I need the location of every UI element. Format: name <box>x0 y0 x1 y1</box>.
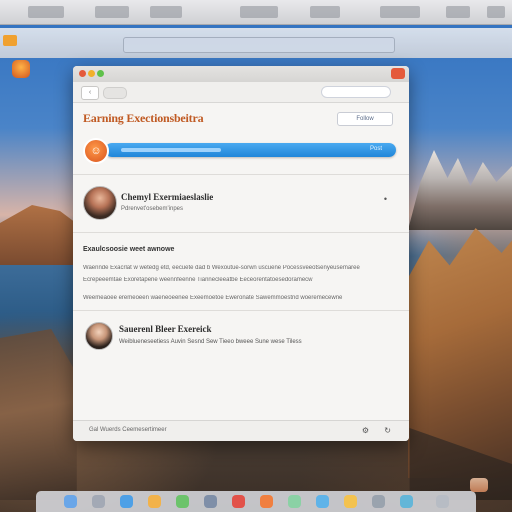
footer-text: Gal Wuerds Ceemesertimeer <box>89 427 167 433</box>
comment-text: Weiblueneseetiess Auvin Sesnd Sew Tieeo … <box>119 339 302 345</box>
menu-bar <box>0 0 512 25</box>
trash-icon[interactable] <box>436 495 449 508</box>
desktop-wallpaper-mountain <box>408 150 512 230</box>
content-line: Waennde Exacrlat w wetedg etd, eecuete d… <box>83 265 360 271</box>
social-app-window: ‹ Earning Exectionsbeitra Follow Post ☺ … <box>73 66 409 441</box>
post-author-name[interactable]: Chemyl Exermiaeslaslie <box>121 192 213 202</box>
search-input[interactable] <box>321 86 391 98</box>
post-button[interactable]: Post <box>370 146 382 152</box>
divider <box>73 174 409 175</box>
safari-icon[interactable] <box>120 495 133 508</box>
menu-item[interactable] <box>446 6 470 18</box>
divider <box>73 310 409 311</box>
title-bar[interactable] <box>73 66 409 83</box>
menu-item[interactable] <box>150 6 182 18</box>
menu-item[interactable] <box>310 6 340 18</box>
mail-icon[interactable] <box>148 495 161 508</box>
settings-icon[interactable]: ⚙ <box>362 426 369 435</box>
header-action-button[interactable]: Follow <box>337 112 393 126</box>
toolbar-pill[interactable] <box>103 87 127 99</box>
app-store-icon[interactable] <box>344 495 357 508</box>
app-logo-icon: ☺ <box>83 138 109 164</box>
launchpad-icon[interactable] <box>92 495 105 508</box>
settings-icon[interactable] <box>372 495 385 508</box>
zoom-window-icon[interactable] <box>97 70 104 77</box>
background-window[interactable] <box>0 28 512 58</box>
notes-icon[interactable] <box>288 495 301 508</box>
back-icon[interactable]: ‹ <box>81 86 99 100</box>
notification-icon[interactable] <box>470 478 488 492</box>
minimize-window-icon[interactable] <box>88 70 95 77</box>
content-line: Ecrepeeemtae Exoretapene weennfeenne Tia… <box>83 277 313 283</box>
dock <box>36 491 476 512</box>
toolbar: ‹ <box>73 82 409 103</box>
music-icon[interactable] <box>232 495 245 508</box>
avatar[interactable] <box>85 322 113 350</box>
folder-icon[interactable] <box>3 35 17 46</box>
content-heading: Exaulcsoosie weet awnowe <box>83 246 175 253</box>
close-window-icon[interactable] <box>79 70 86 77</box>
menu-item[interactable] <box>95 6 129 18</box>
desktop-wallpaper-cliff-left <box>0 205 80 265</box>
more-options-icon[interactable]: • <box>384 194 387 204</box>
divider <box>73 232 409 233</box>
comment-author-name[interactable]: Sauerenl Bleer Exereick <box>119 324 212 334</box>
refresh-icon[interactable]: ↻ <box>384 426 391 435</box>
page-title: Earning Exectionsbeitra <box>83 111 204 125</box>
calendar-icon[interactable] <box>260 495 273 508</box>
terminal-icon[interactable] <box>400 495 413 508</box>
photos-icon[interactable] <box>204 495 217 508</box>
menu-item[interactable] <box>28 6 64 18</box>
close-tab-icon[interactable] <box>391 68 405 79</box>
address-bar[interactable] <box>123 37 395 53</box>
menu-item[interactable] <box>487 6 505 18</box>
window-footer: Gal Wuerds Ceemesertimeer ⚙ ↻ <box>73 420 409 441</box>
composer-input-bar[interactable]: Post <box>105 143 396 157</box>
composer-text-field[interactable] <box>121 148 221 152</box>
menu-item[interactable] <box>380 6 420 18</box>
maps-icon[interactable] <box>316 495 329 508</box>
app-icon[interactable] <box>12 60 30 78</box>
menu-item[interactable] <box>240 6 278 18</box>
post-content: Exaulcsoosie weet awnowe Waennde Exacrla… <box>83 246 393 301</box>
post-subtitle: Pdrenvet'osebem'inpes <box>121 206 183 212</box>
avatar[interactable] <box>83 186 117 220</box>
messages-icon[interactable] <box>176 495 189 508</box>
finder-icon[interactable] <box>64 495 77 508</box>
content-line: Weemeaoee eremeoeen waeneoeenee Exeemoet… <box>83 295 343 301</box>
post-composer: Post ☺ <box>83 138 396 164</box>
